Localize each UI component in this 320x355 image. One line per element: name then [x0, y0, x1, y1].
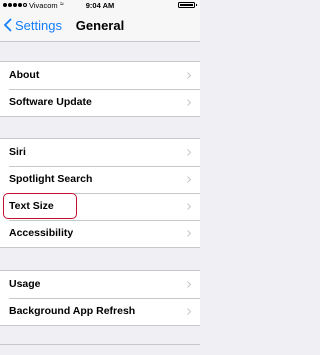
row-label: Accessibility — [9, 227, 74, 239]
chevron-right-icon — [187, 149, 191, 156]
divider — [0, 344, 200, 345]
chevron-right-icon — [187, 203, 191, 210]
chevron-right-icon — [187, 176, 191, 183]
settings-group-usage: Usage Background App Refresh — [0, 270, 200, 326]
row-background-app-refresh[interactable]: Background App Refresh — [0, 298, 200, 325]
battery-icon — [178, 2, 197, 8]
row-siri[interactable]: Siri — [0, 139, 200, 166]
row-label: About — [9, 69, 40, 81]
status-bar: Vivacom ≈ 9:04 AM — [0, 0, 200, 10]
row-usage[interactable]: Usage — [0, 271, 200, 298]
settings-group-info: About Software Update — [0, 61, 200, 117]
row-label: Spotlight Search — [9, 173, 93, 185]
row-label: Siri — [9, 146, 26, 158]
row-label: Software Update — [9, 96, 92, 108]
row-spotlight-search[interactable]: Spotlight Search — [0, 166, 200, 193]
chevron-right-icon — [187, 72, 191, 79]
row-label: Background App Refresh — [9, 305, 136, 317]
chevron-right-icon — [187, 99, 191, 106]
page-title: General — [75, 18, 125, 33]
row-accessibility[interactable]: Accessibility — [0, 220, 200, 247]
chevron-right-icon — [187, 281, 191, 288]
chevron-right-icon — [187, 308, 191, 315]
status-time: 9:04 AM — [85, 1, 115, 10]
row-label: Usage — [9, 278, 41, 290]
row-about[interactable]: About — [0, 62, 200, 89]
accessibility-highlight-outline — [3, 193, 77, 219]
navigation-bar: Settings General — [0, 10, 200, 42]
chevron-right-icon — [187, 230, 191, 237]
row-software-update[interactable]: Software Update — [0, 89, 200, 116]
